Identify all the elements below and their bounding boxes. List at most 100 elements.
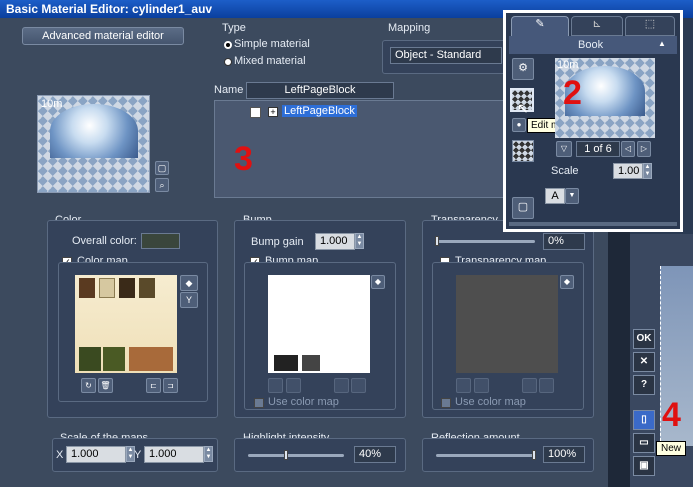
type-label: Type <box>222 22 246 34</box>
popup-page-indicator: 1 of 6 <box>576 141 620 157</box>
reflection-slider[interactable] <box>436 454 536 457</box>
popup-dropdown-icon[interactable]: ▽ <box>556 141 572 157</box>
color-map-texture[interactable] <box>75 275 177 373</box>
side-strip <box>608 228 630 487</box>
bump-map-texture[interactable] <box>268 275 370 373</box>
mixed-material-radio[interactable] <box>224 58 232 66</box>
bump-map-options-icon[interactable]: ◆ <box>371 275 385 289</box>
texture-tile <box>79 278 95 298</box>
preview-sphere <box>50 104 138 158</box>
preview-scale-label: 10m <box>41 98 63 110</box>
transparency-align-left-icon[interactable] <box>522 378 537 393</box>
preview-zoom-icon[interactable]: ⌕ <box>155 178 169 192</box>
load-map-icon[interactable]: ↻ <box>81 378 96 393</box>
close-button[interactable]: ✕ <box>633 352 655 372</box>
popup-scale-spinner[interactable]: ▲ ▼ <box>643 163 652 179</box>
popup-layer-dropdown-icon[interactable]: ▼ <box>565 188 579 204</box>
bump-use-color-checkbox[interactable] <box>254 398 264 408</box>
name-label: Name <box>214 84 244 96</box>
mapping-select[interactable]: Object - Standard <box>390 47 502 64</box>
transparency-slider-thumb[interactable] <box>435 236 439 246</box>
delete-map-icon[interactable]: 🗑 <box>98 378 113 393</box>
popup-layer-select[interactable]: A <box>545 188 565 204</box>
transparency-use-color-checkbox[interactable] <box>441 398 451 408</box>
texture-tile <box>129 347 173 371</box>
popup-next-icon[interactable]: ▷ <box>637 141 651 157</box>
preview-object-icon[interactable]: ▢ <box>155 161 169 175</box>
scale-y-spinner[interactable]: ▲ ▼ <box>204 446 213 462</box>
texture-tile <box>103 347 125 371</box>
texture-tile <box>119 278 135 298</box>
open-material-button[interactable]: ▭ <box>633 433 655 453</box>
annotation-2: 2 <box>563 74 582 112</box>
highlight-value[interactable]: 40% <box>354 446 396 463</box>
popup-material-name: Book <box>578 39 604 51</box>
mixed-material-label: Mixed material <box>234 55 306 67</box>
bump-load-icon[interactable] <box>268 378 283 393</box>
reflection-value[interactable]: 100% <box>543 446 585 463</box>
scale-y-input[interactable]: 1.000 <box>144 446 204 463</box>
mouse-cursor-icon: ↖ <box>517 100 529 116</box>
bump-gain-input[interactable]: 1.000 <box>315 233 355 250</box>
advanced-material-editor-button[interactable]: Advanced material editor <box>22 27 184 45</box>
material-settings-icon[interactable]: ⚙ <box>512 58 534 80</box>
name-input[interactable]: LeftPageBlock <box>246 82 394 99</box>
bump-delete-icon[interactable] <box>286 378 301 393</box>
transparency-delete-icon[interactable] <box>474 378 489 393</box>
window-title: Basic Material Editor: cylinder1_auv <box>6 2 213 16</box>
mapping-label: Mapping <box>388 22 431 34</box>
tab-measure[interactable]: ⊾ <box>571 16 623 36</box>
scale-x-input[interactable]: 1.000 <box>66 446 126 463</box>
highlight-slider-thumb[interactable] <box>284 450 289 460</box>
tab-materials[interactable]: ✎ <box>511 16 569 36</box>
transparency-value[interactable]: 0% <box>543 233 585 250</box>
material-pick-icon[interactable]: ● <box>512 118 526 132</box>
transparency-map-options-icon[interactable]: ◆ <box>560 275 574 289</box>
reflection-slider-thumb[interactable] <box>532 450 536 460</box>
save-material-button[interactable]: ▣ <box>633 456 655 476</box>
transparency-align-right-icon[interactable] <box>539 378 554 393</box>
help-button[interactable]: ? <box>633 375 655 395</box>
popup-collapse-icon[interactable]: ▲ <box>658 39 666 48</box>
texture-tile <box>99 278 115 298</box>
transparency-map-empty[interactable] <box>456 275 558 373</box>
popup-resize-bar[interactable] <box>509 222 677 226</box>
material-preview: 10m <box>37 95 150 193</box>
map-align-right-icon[interactable]: ⊐ <box>163 378 178 393</box>
bump-use-color-label: Use color map <box>268 396 339 408</box>
map-align-left-icon[interactable]: ⊏ <box>146 378 161 393</box>
popup-object-icon[interactable]: ▢ <box>512 197 534 219</box>
annotation-4: 4 <box>662 396 681 434</box>
texture-tile <box>79 347 101 371</box>
ok-button[interactable]: OK <box>633 329 655 349</box>
simple-material-radio[interactable] <box>224 41 232 49</box>
scale-y-label: Y <box>134 449 142 461</box>
transparency-load-icon[interactable] <box>456 378 471 393</box>
transparency-slider[interactable] <box>437 240 535 243</box>
bump-gain-spinner[interactable]: ▲ ▼ <box>355 233 364 249</box>
bump-align-right-icon[interactable] <box>351 378 366 393</box>
tree-item-leftpageblock[interactable]: LeftPageBlock <box>282 105 357 117</box>
popup-prev-icon[interactable]: ◁ <box>621 141 635 157</box>
popup-scale-label: Scale <box>551 165 579 177</box>
transparency-use-color-label: Use color map <box>455 396 526 408</box>
map-filter-icon[interactable]: Y <box>180 292 198 308</box>
map-options-icon[interactable]: ◆ <box>180 275 198 291</box>
popup-preview-scale: 10m <box>557 59 579 71</box>
scale-x-label: X <box>56 449 64 461</box>
annotation-3: 3 <box>234 140 253 178</box>
new-material-button[interactable]: ▯ <box>633 410 655 430</box>
checker-material-icon[interactable] <box>512 140 534 162</box>
texture-tile <box>302 355 320 371</box>
bump-align-left-icon[interactable] <box>334 378 349 393</box>
overall-color-swatch[interactable] <box>141 233 180 249</box>
popup-scale-input[interactable]: 1.00 <box>613 163 643 179</box>
highlight-slider[interactable] <box>248 454 344 457</box>
texture-tile <box>274 355 298 371</box>
material-node-icon <box>250 107 261 118</box>
overall-color-label: Overall color: <box>72 235 137 247</box>
bump-gain-label: Bump gain <box>251 236 304 248</box>
tab-objects[interactable]: ⬚ <box>625 16 675 36</box>
expand-toggle-icon[interactable]: + <box>268 107 278 117</box>
tooltip-new: New <box>656 441 687 456</box>
